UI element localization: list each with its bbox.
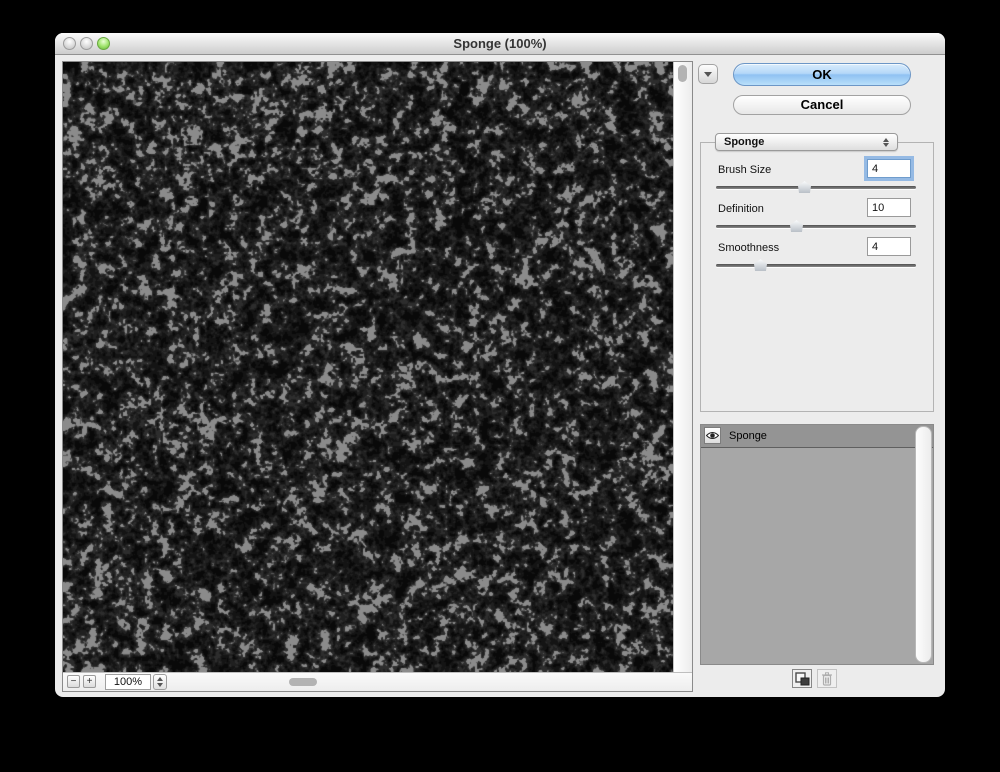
horizontal-scrollbar-thumb[interactable] [289, 678, 317, 686]
layer-rows-host: Sponge [701, 425, 933, 448]
zoom-button[interactable] [97, 37, 110, 50]
trash-icon [822, 671, 832, 686]
brush-size-slider[interactable] [716, 181, 916, 195]
new-effect-layer-button[interactable] [792, 669, 812, 688]
traffic-lights [63, 37, 110, 50]
title-bar[interactable]: Sponge (100%) [55, 33, 945, 55]
layer-visibility-toggle[interactable] [704, 427, 721, 444]
preview-vertical-scrollbar[interactable] [673, 62, 692, 672]
zoom-in-button[interactable]: + [83, 675, 96, 688]
delete-effect-layer-button[interactable] [817, 669, 837, 688]
smoothness-slider[interactable] [716, 259, 916, 273]
preview-zoom-bar: − + [63, 672, 692, 691]
dropdown-arrows-icon [883, 137, 889, 147]
smoothness-slider-thumb[interactable] [754, 259, 767, 271]
filter-dialog-window: Sponge (100%) − + OK Cancel Sponge [55, 33, 945, 697]
slider-track[interactable] [716, 186, 916, 189]
smoothness-label: Smoothness [718, 242, 780, 254]
eye-icon [706, 432, 719, 439]
param-row-definition: Definition [700, 198, 934, 237]
ok-button[interactable]: OK [733, 63, 911, 86]
zoom-out-button[interactable]: − [67, 675, 80, 688]
slider-track[interactable] [716, 225, 916, 228]
window-title: Sponge (100%) [453, 36, 547, 51]
effect-layer-list: Sponge [700, 424, 934, 665]
preview-panel: − + [62, 61, 693, 692]
definition-slider[interactable] [716, 220, 916, 234]
zoom-level-field[interactable] [105, 674, 151, 690]
definition-label: Definition [718, 203, 764, 215]
cancel-button[interactable]: Cancel [733, 95, 911, 115]
preview-image[interactable] [63, 62, 673, 672]
filter-select-value: Sponge [724, 136, 765, 148]
smoothness-field[interactable] [867, 237, 911, 256]
brush-size-field[interactable] [867, 159, 911, 178]
vertical-scrollbar-thumb[interactable] [678, 65, 687, 82]
definition-slider-thumb[interactable] [790, 220, 803, 232]
brush-size-slider-thumb[interactable] [798, 181, 811, 193]
definition-field[interactable] [867, 198, 911, 217]
param-row-brush-size: Brush Size [700, 159, 934, 198]
zoom-stepper[interactable] [153, 674, 167, 690]
brush-size-label: Brush Size [718, 164, 772, 176]
param-row-smoothness: Smoothness [700, 237, 934, 276]
disclosure-triangle-icon [704, 71, 712, 77]
slider-track[interactable] [716, 264, 916, 267]
stepper-down-icon [157, 683, 163, 687]
close-button[interactable] [63, 37, 76, 50]
new-layer-icon [794, 671, 809, 685]
panel-disclosure-button[interactable] [698, 64, 718, 84]
filter-select-dropdown[interactable]: Sponge [715, 133, 898, 151]
layer-list-scrollbar[interactable] [915, 426, 932, 663]
effect-layer-row[interactable]: Sponge [701, 425, 933, 448]
minimize-button[interactable] [80, 37, 93, 50]
stepper-up-icon [157, 677, 163, 681]
